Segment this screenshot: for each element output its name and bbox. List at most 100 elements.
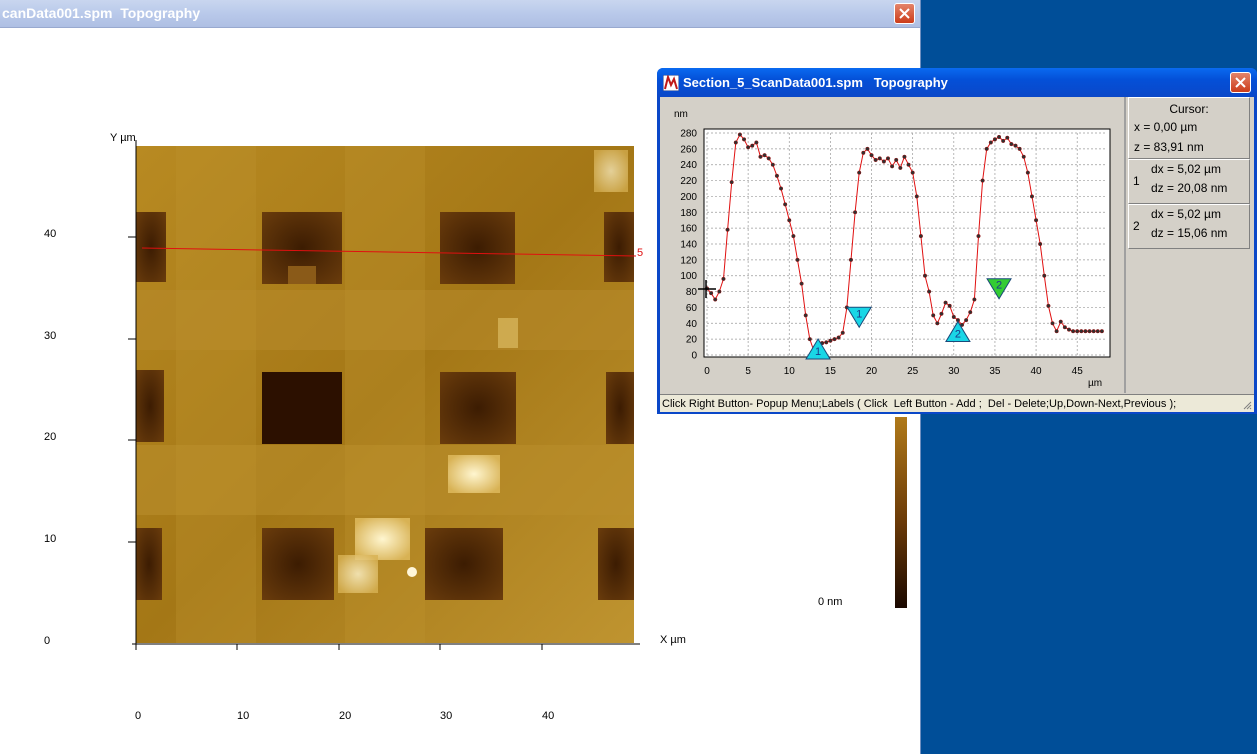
data-point (1046, 303, 1051, 308)
data-point (754, 140, 759, 145)
measurement-dx: dx = 5,02 µm (1151, 207, 1221, 221)
data-point (853, 210, 858, 215)
data-point (799, 281, 804, 286)
data-point (1001, 138, 1006, 143)
cursor-readout: Cursor: x = 0,00 µm z = 83,91 nm (1128, 97, 1250, 159)
image-x-tick: 10 (237, 710, 250, 722)
measurement-row[interactable]: 1 dx = 5,02 µm dz = 20,08 nm (1128, 159, 1250, 204)
data-point (840, 330, 845, 335)
data-point (1054, 329, 1059, 334)
image-y-axis-label: Y µm (110, 132, 136, 144)
data-point (1058, 319, 1063, 324)
x-tick-label: 30 (948, 366, 960, 377)
data-point (964, 318, 969, 323)
x-axis-label: µm (1088, 378, 1102, 389)
y-tick-label: 20 (686, 335, 698, 346)
data-point (935, 321, 940, 326)
colorbar (894, 416, 908, 609)
plot-area[interactable] (703, 128, 1111, 358)
section-marker-label: 2 (996, 280, 1002, 292)
data-point (1009, 142, 1014, 147)
x-tick-label: 10 (784, 366, 796, 377)
image-x-tick: 0 (135, 710, 142, 722)
section-profile-chart[interactable]: 020406080100120140160180200220240260280 … (660, 97, 1124, 393)
section-marker-label: 1 (815, 346, 821, 358)
data-point (943, 300, 948, 305)
image-y-tick: 10 (44, 533, 57, 545)
data-point (1034, 218, 1039, 223)
data-point (877, 156, 882, 161)
app-icon (663, 75, 679, 91)
resize-grip-icon[interactable] (1242, 400, 1252, 410)
data-point (927, 289, 932, 294)
data-point (1071, 329, 1076, 334)
data-point (881, 159, 886, 164)
data-point (997, 134, 1002, 140)
data-point (947, 303, 952, 308)
data-point (984, 146, 989, 151)
measurement-dx: dx = 5,02 µm (1151, 162, 1221, 176)
data-point (972, 297, 977, 302)
close-icon (1235, 77, 1246, 88)
data-point (1079, 329, 1084, 334)
section-window-title: Section_5_ScanData001.spm Topography (683, 75, 948, 90)
data-point (861, 150, 866, 155)
data-point (906, 162, 911, 167)
y-tick-label: 120 (680, 255, 697, 266)
image-x-tick: 20 (339, 710, 352, 722)
data-point (770, 162, 775, 167)
section-close-button[interactable] (1230, 72, 1251, 93)
data-point (1099, 329, 1104, 334)
x-tick-label: 20 (866, 366, 878, 377)
data-point (931, 313, 936, 318)
y-tick-label: 80 (686, 287, 698, 298)
data-point (1005, 135, 1010, 140)
y-tick-label: 220 (680, 176, 697, 187)
cursor-x-value: x = 0,00 µm (1134, 120, 1198, 134)
measurement-dz: dz = 15,06 nm (1151, 226, 1228, 240)
y-tick-label: 240 (680, 160, 697, 171)
data-point (1095, 329, 1100, 334)
section-window: Section_5_ScanData001.spm Topography 0 20… (657, 68, 1257, 414)
data-point (922, 273, 928, 278)
x-tick-label: 5 (745, 366, 751, 377)
data-point (885, 156, 891, 161)
section-line-label: 5 (637, 247, 644, 259)
image-x-tick: 30 (440, 710, 453, 722)
section-title-bar[interactable]: Section_5_ScanData001.spm Topography (657, 68, 1257, 97)
cursor-z-value: z = 83,91 nm (1134, 140, 1204, 154)
data-point (869, 153, 874, 158)
section-marker-label: 1 (856, 308, 862, 320)
data-point (1091, 329, 1096, 334)
data-point (894, 157, 899, 163)
data-point (725, 227, 730, 232)
data-point (1042, 273, 1047, 278)
data-point (1075, 329, 1080, 334)
data-point (939, 311, 944, 316)
y-tick-label: 0 (691, 351, 697, 362)
measurement-row[interactable]: 2 dx = 5,02 µm dz = 15,06 nm (1128, 204, 1250, 249)
data-point (1013, 143, 1018, 148)
measurement-index: 2 (1133, 219, 1140, 233)
y-tick-label: 200 (680, 192, 697, 203)
data-point (865, 146, 870, 151)
data-point (783, 202, 788, 207)
data-point (713, 297, 718, 302)
data-point (787, 218, 792, 223)
section-marker-label: 2 (955, 329, 961, 341)
data-point (824, 340, 829, 345)
data-point (857, 170, 862, 175)
x-tick-label: 35 (989, 366, 1001, 377)
data-point (828, 338, 833, 343)
data-point (968, 310, 973, 315)
data-point (951, 314, 956, 319)
data-point (918, 234, 923, 239)
data-point (762, 153, 767, 158)
data-point (733, 140, 738, 145)
data-point (758, 154, 763, 159)
data-point (807, 337, 812, 342)
topography-image[interactable] (136, 146, 634, 643)
data-point (721, 276, 726, 281)
cursor-heading: Cursor: (1169, 102, 1209, 116)
data-point (992, 137, 997, 142)
